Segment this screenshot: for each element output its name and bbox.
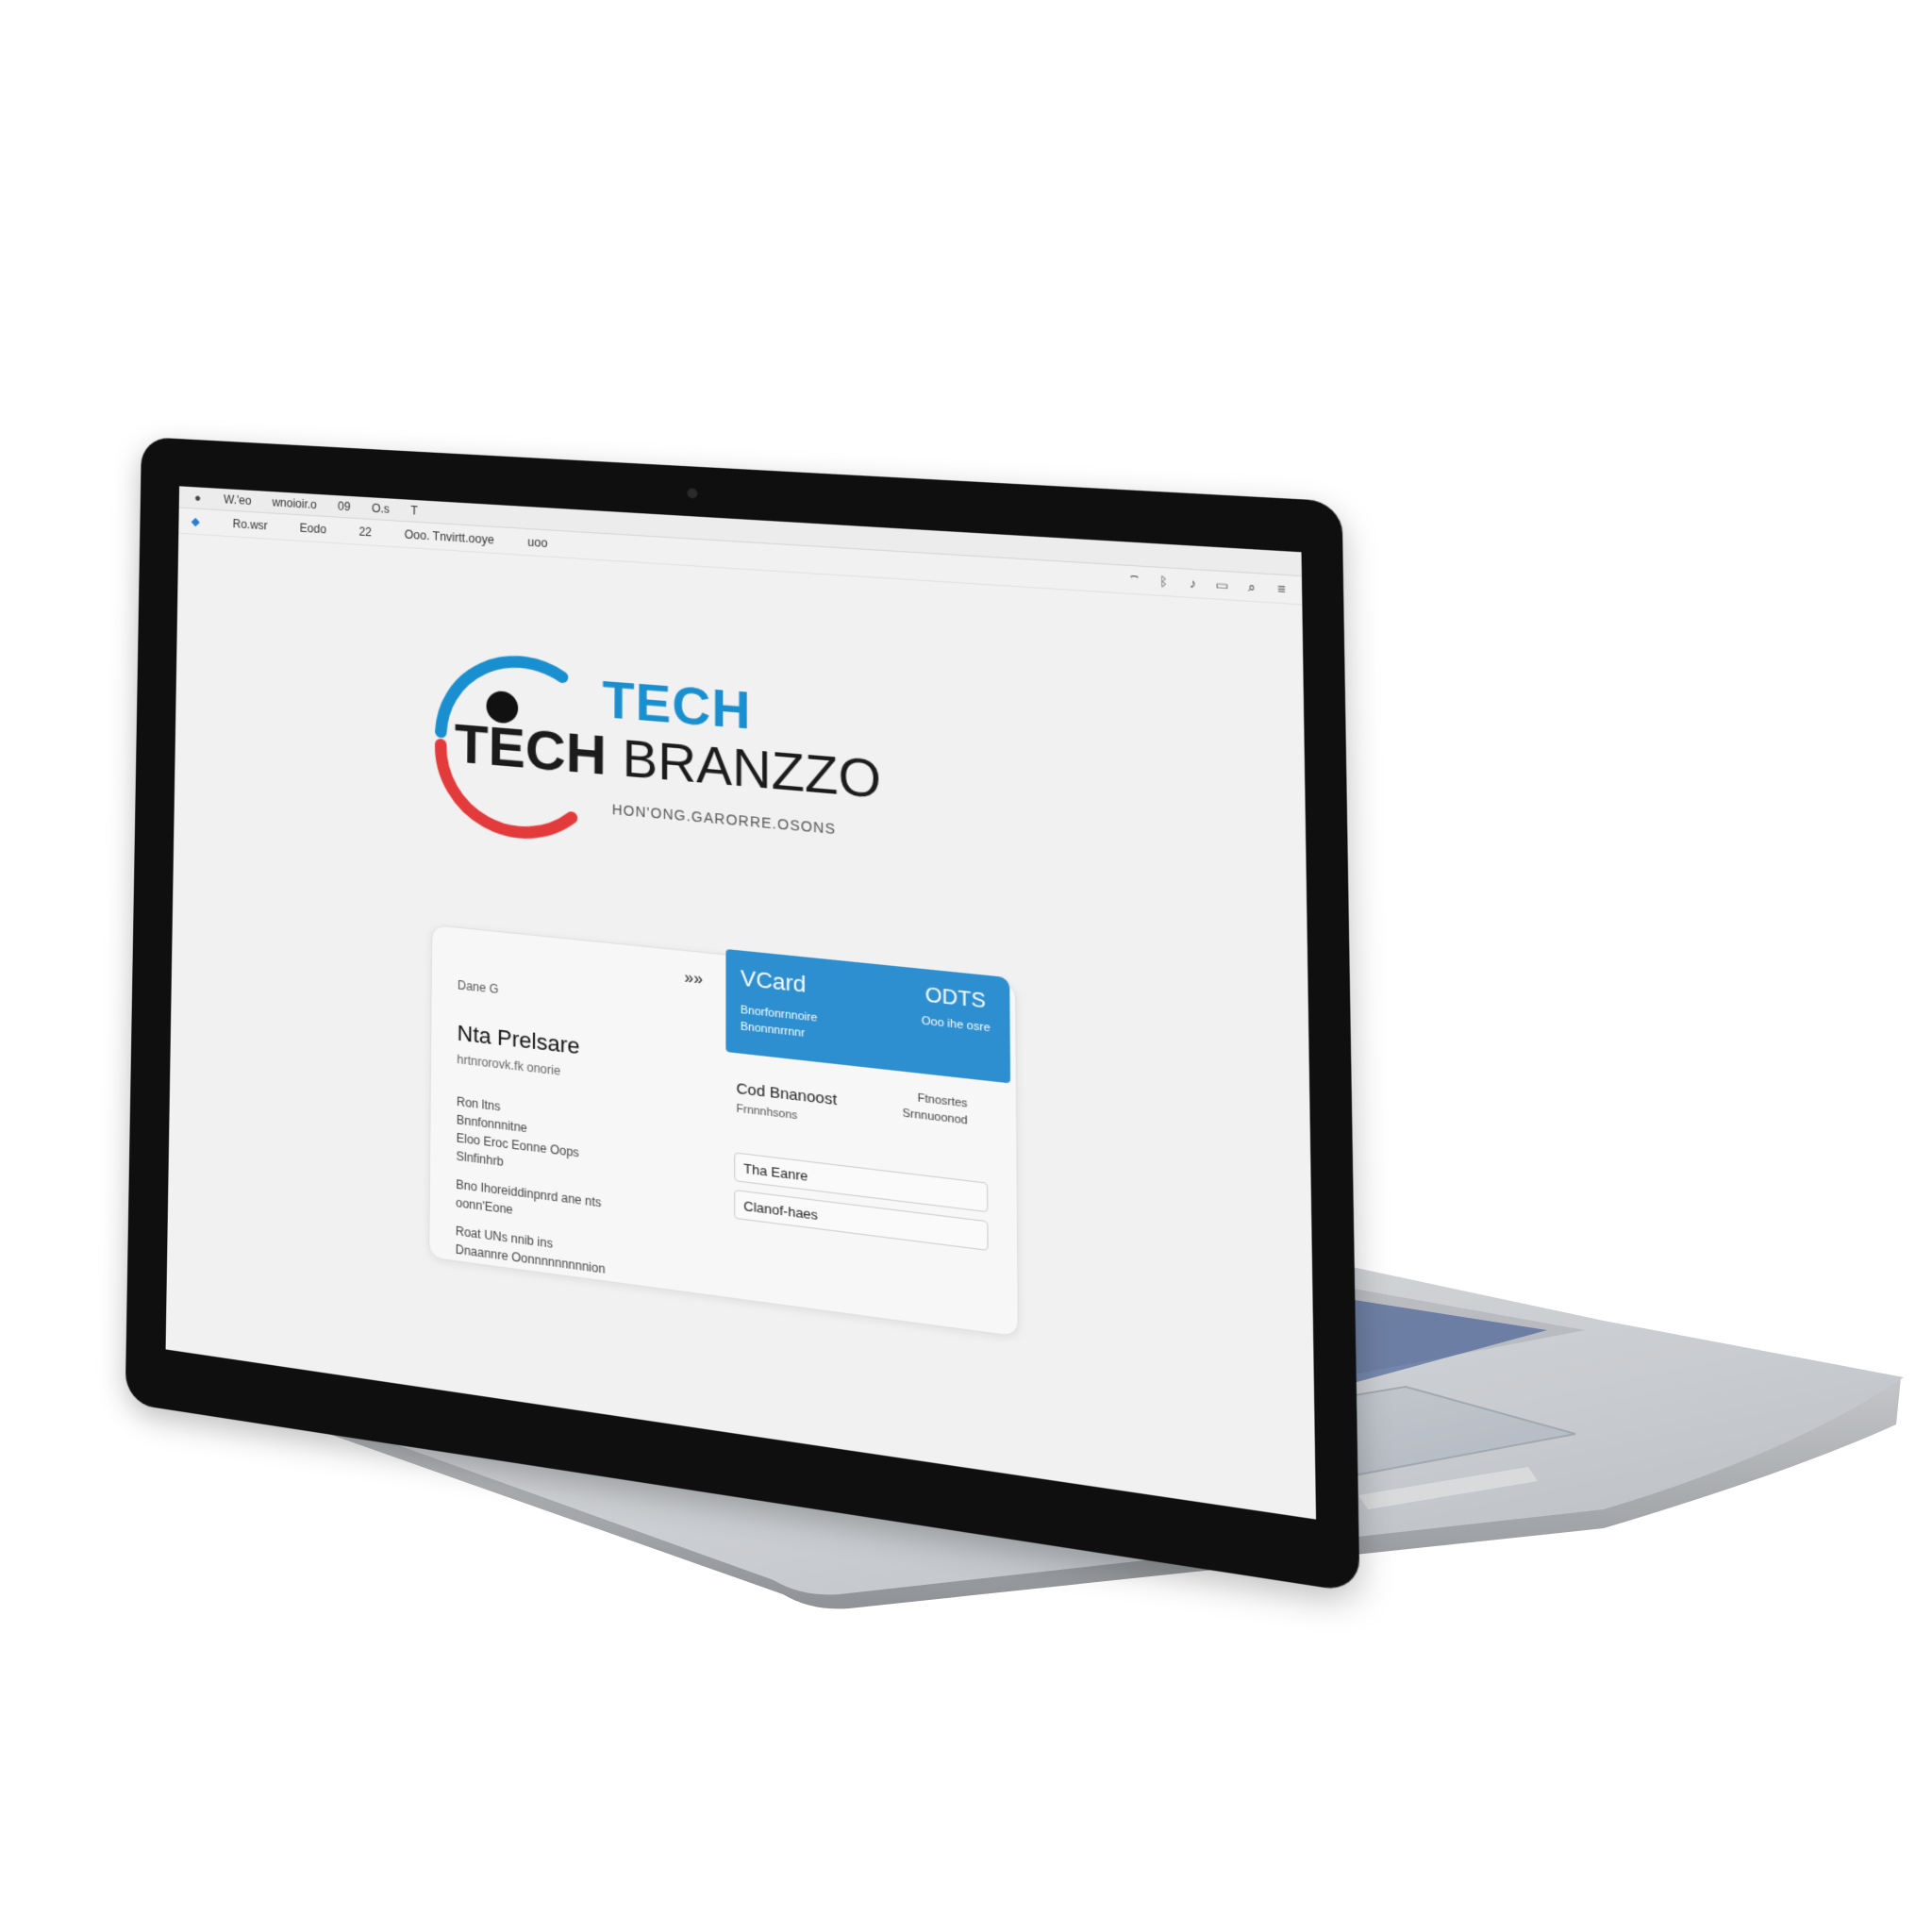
profile-label: Dane G [458,978,701,1019]
battery-icon[interactable]: ▭ [1215,578,1229,591]
toolbar-item[interactable]: Eodo [300,521,326,536]
logo-tagline: HON'ONG.GARORRE.OSONS [612,801,836,837]
vcard-panel: »» Dane G Nta Prelsare hrtnrorovk.fk ono… [428,924,1019,1338]
toolbar-item[interactable]: Ro.wsr [233,517,268,533]
toolbar-item[interactable]: Ooo. Tnvirtt.ooye [405,527,494,546]
menu-item[interactable]: W.'eo [224,492,252,508]
brand-logo: TECH TECH BRANZZO HON'ONG.GARORRE.OSONS [412,637,948,893]
status-icons: ⌔ ᛒ ♪ ▭ ⌕ ≡ [1127,574,1288,596]
search-icon[interactable]: ⌕ [1244,580,1258,593]
vcard-subtitle: Bnonnnrrnnr [741,1021,805,1041]
webcam [688,488,698,498]
laptop-lid: ● W.'eo wnoioir.o 09 O.s T ◆ Ro.wsr Eodo… [125,437,1360,1593]
profile-details: Dane G Nta Prelsare hrtnrorovk.fk onorie… [456,978,701,1291]
card-subheading: Frnnnhsons [736,1103,797,1123]
logo-wordmark-left: TECH [455,711,608,787]
forward-arrows-icon[interactable]: »» [684,970,703,991]
vcard-header[interactable]: VCard ODTS Bnorfonrnnoire Bnonnnrrnnr Oo… [725,949,1010,1083]
wifi-icon[interactable]: ⌔ [1127,574,1141,587]
apple-icon[interactable]: ● [192,491,204,504]
logo-wordmark-right: BRANZZO [623,729,882,809]
menu-item[interactable]: O.s [372,501,390,516]
volume-icon[interactable]: ♪ [1186,576,1199,590]
control-icon[interactable]: ≡ [1274,582,1289,595]
menu-item[interactable]: 09 [338,499,351,513]
laptop-scene: ● W.'eo wnoioir.o 09 O.s T ◆ Ro.wsr Eodo… [0,0,1932,1932]
bluetooth-icon[interactable]: ᛒ [1157,575,1170,588]
app-icon[interactable]: ◆ [190,515,201,527]
card-meta: Srnnuoonod [903,1108,968,1127]
menu-item[interactable]: wnoioir.o [272,495,317,511]
vcard-note: Ooo ihe osre [922,1015,991,1035]
card-meta: Ftnosrtes [918,1092,968,1110]
vcard-title: VCard [741,965,807,999]
menu-item[interactable]: T [410,504,418,518]
toolbar-item[interactable]: 22 [358,525,372,539]
toolbar-item[interactable]: uoo [527,535,547,550]
vcard-badge: ODTS [925,984,986,1014]
laptop-screen: ● W.'eo wnoioir.o 09 O.s T ◆ Ro.wsr Eodo… [166,486,1316,1519]
